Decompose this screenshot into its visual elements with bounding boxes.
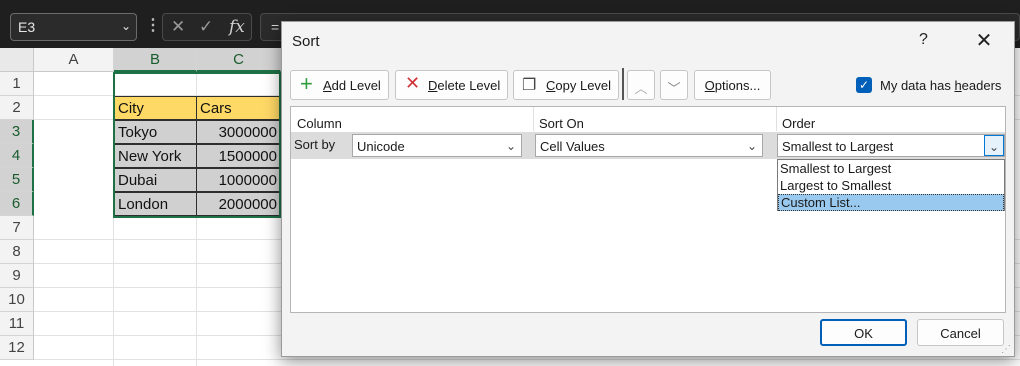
fx-icon[interactable]: fx xyxy=(229,17,245,37)
column-header-a[interactable]: A xyxy=(34,48,114,72)
enter-icon[interactable]: ✓ xyxy=(199,17,213,37)
headers-checkbox[interactable]: ✓ xyxy=(856,77,872,93)
options-label-key: O xyxy=(704,78,715,93)
sort-on-heading: Sort On xyxy=(539,116,584,131)
sort-by-label: Sort by xyxy=(294,137,336,152)
copy-icon: ❐ xyxy=(522,77,537,94)
row-header-8[interactable]: 8 xyxy=(0,240,34,264)
row-header-3[interactable]: 3 xyxy=(0,120,34,144)
sort-on-select-value: Cell Values xyxy=(540,139,605,154)
name-box[interactable]: E3 ⌄ xyxy=(10,13,137,41)
chevron-down-icon[interactable]: ⌄ xyxy=(984,135,1004,156)
row-header-7[interactable]: 7 xyxy=(0,216,34,240)
row-header-10[interactable]: 10 xyxy=(0,288,34,312)
row-header-11[interactable]: 11 xyxy=(0,312,34,336)
cancel-icon[interactable]: ✕ xyxy=(171,17,185,37)
formula-tools: ✕ ✓ fx xyxy=(162,13,252,41)
gridline xyxy=(34,359,1020,360)
options-label: ptions... xyxy=(714,78,761,93)
order-heading: Order xyxy=(782,116,816,131)
header-cell-cars[interactable]: Cars xyxy=(196,96,281,120)
cars-cell[interactable]: 2000000 xyxy=(196,192,281,216)
column-divider xyxy=(776,107,777,131)
sort-on-select[interactable]: Cell Values ⌄ xyxy=(535,134,763,157)
row-header-9[interactable]: 9 xyxy=(0,264,34,288)
column-divider xyxy=(533,107,534,131)
order-option[interactable]: Smallest to Largest xyxy=(778,161,1004,178)
row-header-2[interactable]: 2 xyxy=(0,96,34,120)
move-up-button[interactable]: ︿ xyxy=(627,70,655,100)
city-cell[interactable]: London xyxy=(114,192,197,216)
order-option-highlighted[interactable]: Custom List... xyxy=(778,194,1004,211)
resize-grip-icon[interactable]: ⋰ xyxy=(1001,344,1011,355)
row-header-5[interactable]: 5 xyxy=(0,168,34,192)
order-select-value: Smallest to Largest xyxy=(782,139,894,154)
dialog-title: Sort xyxy=(292,33,320,50)
delete-x-icon: ✕ xyxy=(405,73,421,93)
cars-cell[interactable]: 1500000 xyxy=(196,144,281,168)
city-cell[interactable]: Dubai xyxy=(114,168,197,192)
column-select[interactable]: Unicode ⌄ xyxy=(352,134,522,157)
delete-level-button[interactable]: ✕ Delete Level xyxy=(395,70,508,100)
order-option[interactable]: Largest to Smallest xyxy=(778,178,1004,195)
ok-button[interactable]: OK xyxy=(820,319,907,346)
row-header-1[interactable]: 1 xyxy=(0,72,34,96)
cars-cell[interactable]: 1000000 xyxy=(196,168,281,192)
row-header-4[interactable]: 4 xyxy=(0,144,34,168)
column-header-c[interactable]: C xyxy=(197,48,281,72)
chevron-down-icon: ﹀ xyxy=(667,81,681,96)
delete-level-label: Delete Level xyxy=(428,78,501,93)
formula-value: = xyxy=(271,19,280,35)
name-box-value: E3 xyxy=(18,19,36,35)
select-all-corner[interactable] xyxy=(0,48,34,72)
add-level-label: Add Level xyxy=(323,78,381,93)
city-cell[interactable]: New York xyxy=(114,144,197,168)
move-down-button[interactable]: ﹀ xyxy=(660,70,688,100)
help-icon[interactable]: ? xyxy=(919,31,928,49)
toolbar-separator xyxy=(622,68,624,100)
column-header-b[interactable]: B xyxy=(114,48,197,72)
chevron-down-icon[interactable]: ⌄ xyxy=(121,19,131,33)
options-button[interactable]: Options... xyxy=(694,70,771,100)
copy-level-label: Copy Level xyxy=(546,78,612,93)
chevron-up-icon: ︿ xyxy=(634,81,648,96)
headers-checkbox-label[interactable]: My data has headers xyxy=(880,78,1001,93)
plus-icon: + xyxy=(300,71,313,96)
more-options-icon[interactable]: ⋮ xyxy=(145,15,161,35)
order-dropdown-list: Smallest to Largest Largest to Smallest … xyxy=(777,159,1005,211)
row-header-12[interactable]: 12 xyxy=(0,336,34,360)
copy-level-button[interactable]: ❐ Copy Level xyxy=(513,70,619,100)
sort-level-row[interactable]: Sort by Unicode ⌄ Cell Values ⌄ Smallest… xyxy=(291,132,1005,159)
close-icon[interactable]: ✕ xyxy=(972,28,996,52)
order-select[interactable]: Smallest to Largest ⌄ xyxy=(777,134,1005,157)
column-select-value: Unicode xyxy=(357,139,405,154)
sort-levels-list: Column Sort On Order Sort by Unicode ⌄ C… xyxy=(290,106,1006,313)
cancel-button[interactable]: Cancel xyxy=(917,319,1004,346)
chevron-down-icon[interactable]: ⌄ xyxy=(742,135,762,156)
city-cell[interactable]: Tokyo xyxy=(114,120,197,144)
sort-dialog: Sort ? ✕ + Add Level ✕ Delete Level ❐ Co… xyxy=(281,21,1015,357)
chevron-down-icon[interactable]: ⌄ xyxy=(501,135,521,156)
row-header-6[interactable]: 6 xyxy=(0,192,34,216)
cars-cell[interactable]: 3000000 xyxy=(196,120,281,144)
column-heading: Column xyxy=(297,116,342,131)
add-level-button[interactable]: + Add Level xyxy=(290,70,389,100)
header-cell-city[interactable]: City xyxy=(114,96,197,120)
